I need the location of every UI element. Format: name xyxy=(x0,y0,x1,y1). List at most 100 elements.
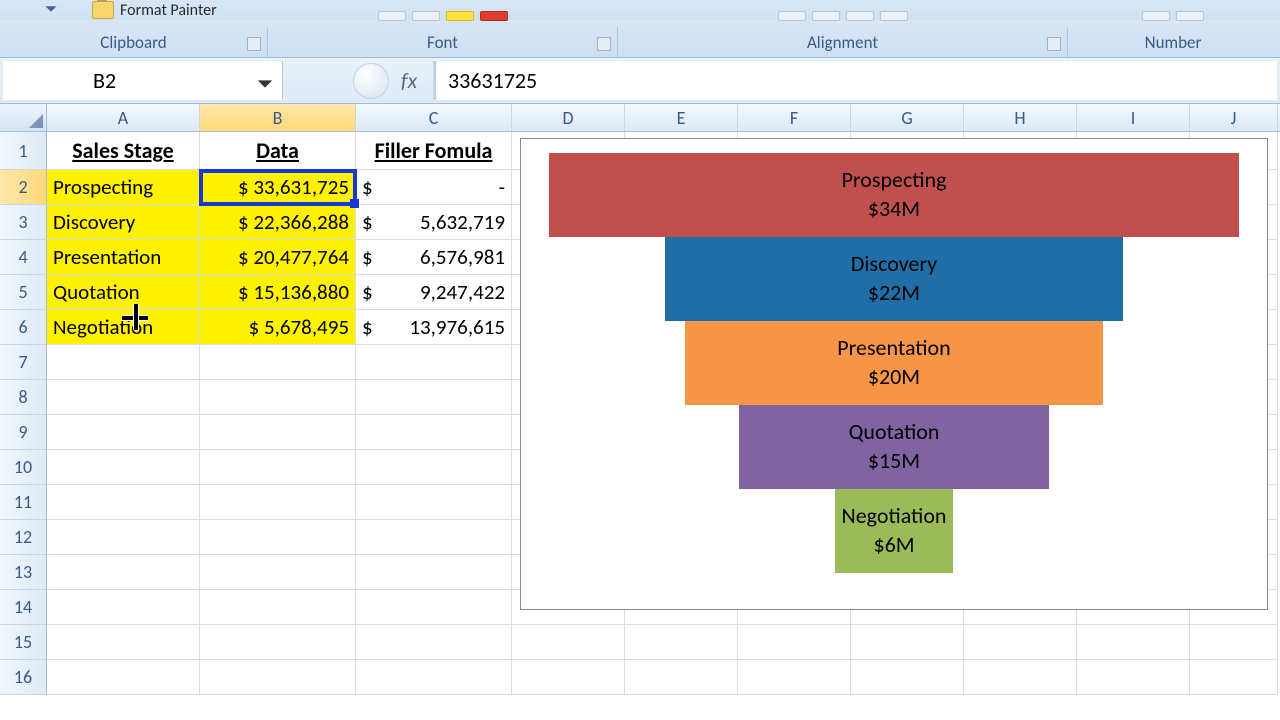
column-header[interactable]: F xyxy=(738,104,851,131)
row-header[interactable]: 3 xyxy=(0,205,47,240)
cell[interactable] xyxy=(47,625,200,660)
cell[interactable]: Negotiation xyxy=(47,310,200,345)
mini-button[interactable] xyxy=(412,11,440,21)
cell[interactable] xyxy=(200,485,356,520)
cell[interactable] xyxy=(851,625,964,660)
cell[interactable] xyxy=(47,590,200,625)
cell[interactable]: $ 22,366,288 xyxy=(200,205,356,240)
column-header[interactable]: J xyxy=(1190,104,1278,131)
cell[interactable] xyxy=(964,660,1077,695)
cell[interactable] xyxy=(200,660,356,695)
row-header[interactable]: 4 xyxy=(0,240,47,275)
cell[interactable]: $5,632,719 xyxy=(356,205,512,240)
row-header[interactable]: 15 xyxy=(0,625,47,660)
cell[interactable] xyxy=(47,555,200,590)
cell[interactable] xyxy=(512,660,625,695)
cell[interactable] xyxy=(512,625,625,660)
mini-button[interactable] xyxy=(778,11,806,21)
row-header[interactable]: 1 xyxy=(0,132,47,170)
row-header[interactable]: 16 xyxy=(0,660,47,695)
cell[interactable]: $9,247,422 xyxy=(356,275,512,310)
cell[interactable] xyxy=(738,660,851,695)
dialog-launcher-icon[interactable] xyxy=(597,37,611,51)
cell[interactable] xyxy=(200,450,356,485)
cell[interactable]: $ 15,136,880 xyxy=(200,275,356,310)
cell[interactable] xyxy=(356,625,512,660)
cell[interactable] xyxy=(356,660,512,695)
cell[interactable] xyxy=(738,625,851,660)
cell[interactable] xyxy=(47,415,200,450)
cell[interactable] xyxy=(356,590,512,625)
cell[interactable]: $6,576,981 xyxy=(356,240,512,275)
cell[interactable] xyxy=(200,590,356,625)
cell[interactable]: Data xyxy=(200,132,356,170)
cell[interactable]: Filler Fomula xyxy=(356,132,512,170)
dropdown-arrow-icon[interactable] xyxy=(44,2,58,16)
row-header[interactable]: 5 xyxy=(0,275,47,310)
worksheet-grid[interactable]: A B C D E F G H I J 1 Sales Stage Data F… xyxy=(0,104,1280,720)
cell[interactable]: Prospecting xyxy=(47,170,200,205)
column-header[interactable]: H xyxy=(964,104,1077,131)
dialog-launcher-icon[interactable] xyxy=(1047,37,1061,51)
mini-button[interactable] xyxy=(1176,11,1204,21)
cell[interactable] xyxy=(47,345,200,380)
funnel-chart[interactable]: Prospecting $34M Discovery $22M Presenta… xyxy=(520,138,1268,610)
cell[interactable] xyxy=(356,345,512,380)
cell[interactable] xyxy=(200,520,356,555)
mini-button[interactable] xyxy=(812,11,840,21)
name-box[interactable]: B2 xyxy=(3,61,283,100)
row-header[interactable]: 10 xyxy=(0,450,47,485)
cell[interactable] xyxy=(1077,660,1190,695)
cell[interactable] xyxy=(47,485,200,520)
cancel-icon[interactable] xyxy=(353,63,389,99)
column-header[interactable]: C xyxy=(356,104,512,131)
cell[interactable] xyxy=(47,380,200,415)
cell[interactable]: $13,976,615 xyxy=(356,310,512,345)
cell[interactable]: $ 5,678,495 xyxy=(200,310,356,345)
row-header[interactable]: 2 xyxy=(0,170,47,205)
active-cell[interactable]: $ 33,631,725 xyxy=(200,170,356,205)
cell[interactable] xyxy=(1077,625,1190,660)
select-all-corner[interactable] xyxy=(0,104,47,131)
cell[interactable]: Sales Stage xyxy=(47,132,200,170)
format-painter-button[interactable]: Format Painter xyxy=(92,1,217,20)
cell[interactable] xyxy=(200,415,356,450)
row-header[interactable]: 13 xyxy=(0,555,47,590)
fill-color-button[interactable] xyxy=(446,11,474,21)
cell[interactable] xyxy=(851,660,964,695)
cell[interactable]: Discovery xyxy=(47,205,200,240)
column-header[interactable]: G xyxy=(851,104,964,131)
cell[interactable] xyxy=(964,625,1077,660)
formula-bar[interactable]: 33631725 xyxy=(435,61,1277,100)
cell[interactable] xyxy=(356,555,512,590)
column-header[interactable]: B xyxy=(200,104,356,131)
cell[interactable] xyxy=(356,380,512,415)
cell[interactable] xyxy=(1190,625,1278,660)
column-header[interactable]: I xyxy=(1077,104,1190,131)
column-header[interactable]: A xyxy=(47,104,200,131)
row-header[interactable]: 14 xyxy=(0,590,47,625)
mini-button[interactable] xyxy=(846,11,874,21)
row-header[interactable]: 12 xyxy=(0,520,47,555)
cell[interactable]: $ 20,477,764 xyxy=(200,240,356,275)
cell[interactable]: Quotation xyxy=(47,275,200,310)
cell[interactable] xyxy=(356,415,512,450)
cell[interactable] xyxy=(47,450,200,485)
cell[interactable] xyxy=(625,660,738,695)
row-header[interactable]: 6 xyxy=(0,310,47,345)
dialog-launcher-icon[interactable] xyxy=(247,37,261,51)
cell[interactable] xyxy=(1190,660,1278,695)
cell[interactable] xyxy=(200,345,356,380)
cell[interactable] xyxy=(200,555,356,590)
mini-button[interactable] xyxy=(378,11,406,21)
cell[interactable] xyxy=(47,660,200,695)
cell[interactable] xyxy=(356,450,512,485)
cell[interactable]: $- xyxy=(356,170,512,205)
cell[interactable] xyxy=(200,380,356,415)
row-header[interactable]: 7 xyxy=(0,345,47,380)
column-header[interactable]: E xyxy=(625,104,738,131)
cell[interactable] xyxy=(47,520,200,555)
row-header[interactable]: 9 xyxy=(0,415,47,450)
cell[interactable]: Presentation xyxy=(47,240,200,275)
row-header[interactable]: 8 xyxy=(0,380,47,415)
